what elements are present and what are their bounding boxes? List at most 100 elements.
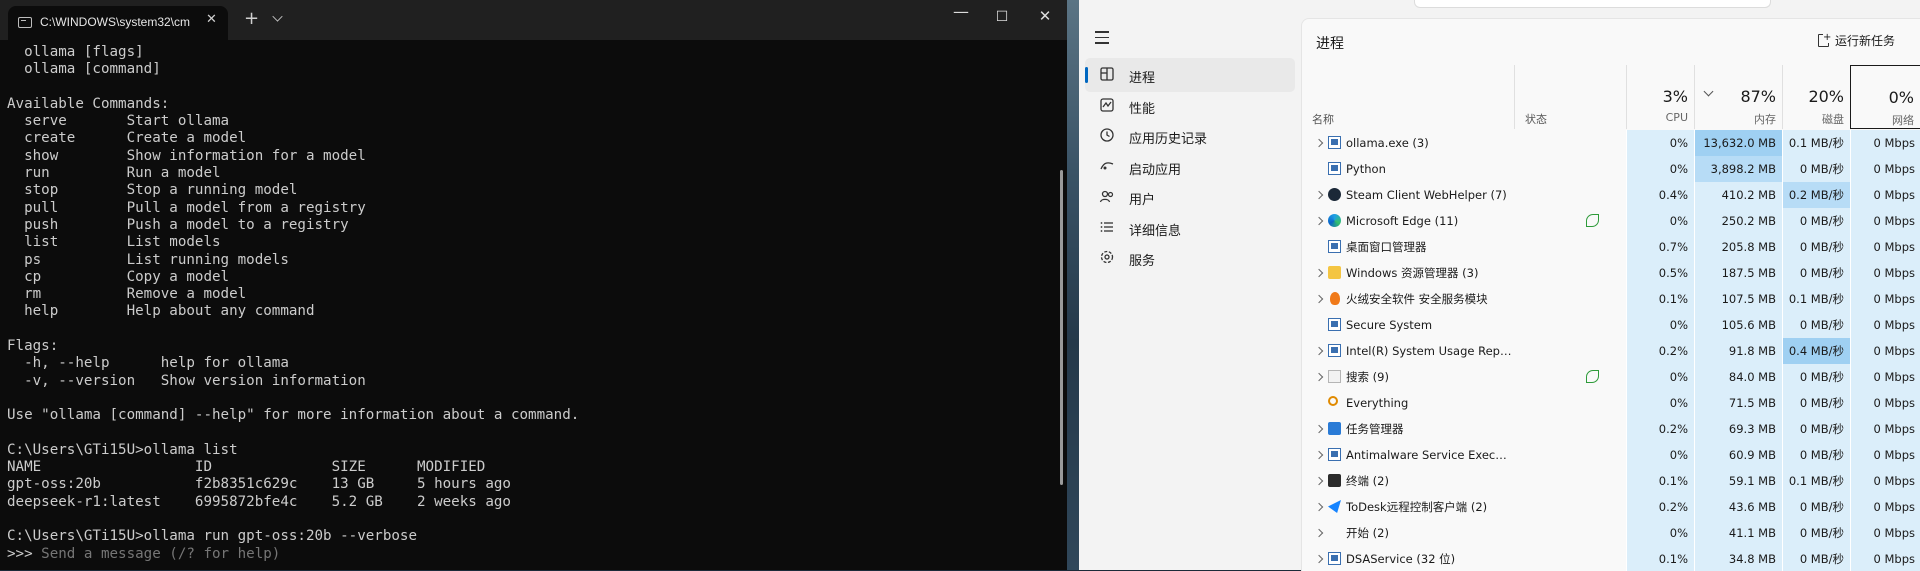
process-name: Python: [1346, 162, 1386, 176]
column-header-name[interactable]: 名称: [1302, 65, 1514, 129]
process-status-cell: [1514, 182, 1626, 208]
process-row[interactable]: 任务管理器 0.2% 69.3 MB 0 MB/秒 0 Mbps: [1302, 416, 1920, 442]
terminal-input-placeholder[interactable]: Send a message (/? for help): [41, 546, 280, 562]
processes-icon: [1100, 67, 1114, 81]
terminal-prompt: >>>: [7, 545, 42, 562]
process-disk: 0 MB/秒: [1782, 208, 1850, 234]
sidebar-item-performance[interactable]: 性能: [1085, 89, 1295, 123]
chevron-right-icon[interactable]: [1314, 528, 1324, 538]
process-memory: 43.6 MB: [1694, 494, 1782, 520]
process-name: ToDesk远程控制客户端 (2): [1346, 500, 1488, 514]
chevron-right-icon[interactable]: [1314, 424, 1324, 434]
chevron-right-icon[interactable]: [1314, 216, 1324, 226]
process-name-cell: ollama.exe (3): [1302, 130, 1514, 156]
process-cpu: 0.7%: [1626, 234, 1694, 260]
process-row[interactable]: Steam Client WebHelper (7) 0.4% 410.2 MB 0.…: [1302, 182, 1920, 208]
process-row[interactable]: Windows 资源管理器 (3) 0.5% 187.5 MB 0 MB/秒 0 Mbp…: [1302, 260, 1920, 286]
column-name-label: 名称: [1312, 113, 1334, 126]
process-row[interactable]: 终端 (2) 0.1% 59.1 MB 0.1 MB/秒 0 Mbps: [1302, 468, 1920, 494]
process-memory: 91.8 MB: [1694, 338, 1782, 364]
process-row[interactable]: Secure System 0% 105.6 MB 0 MB/秒 0 Mbps: [1302, 312, 1920, 338]
process-disk: 0.4 MB/秒: [1782, 338, 1850, 364]
process-name: 桌面窗口管理器: [1346, 240, 1427, 254]
column-header-memory[interactable]: 87% 内存: [1694, 65, 1782, 129]
new-tab-button[interactable]: +: [244, 8, 259, 29]
chevron-down-icon[interactable]: [272, 11, 283, 22]
process-network: 0 Mbps: [1850, 312, 1920, 338]
process-disk: 0 MB/秒: [1782, 520, 1850, 546]
run-new-task-button[interactable]: 运行新任务: [1818, 32, 1895, 49]
process-name-cell: Python: [1302, 156, 1514, 182]
close-tab-icon[interactable]: ✕: [206, 12, 217, 27]
process-network: 0 Mbps: [1850, 130, 1920, 156]
process-name-cell: 桌面窗口管理器: [1302, 234, 1514, 260]
terminal-output-text: ollama [flags] ollama [command] Availabl…: [7, 44, 580, 545]
chevron-right-icon[interactable]: [1314, 450, 1324, 460]
process-row[interactable]: Antimalware Service Executable0%60.9 MB0…: [1302, 442, 1920, 468]
process-name-cell: Microsoft Edge (11): [1302, 208, 1514, 234]
process-memory: 107.5 MB: [1694, 286, 1782, 312]
sidebar-item-startup[interactable]: 启动应用: [1085, 150, 1295, 184]
process-name-cell: ToDesk远程控制客户端 (2): [1302, 494, 1514, 520]
chevron-right-icon[interactable]: [1314, 138, 1324, 148]
process-row[interactable]: Intel(R) System Usage Report 0.2% 91.8 MB 0…: [1302, 338, 1920, 364]
terminal-window: C:\WINDOWS\system32\cmd.exe ✕ + — ☐ ✕ ol…: [0, 0, 1067, 570]
process-row[interactable]: Everything 0% 71.5 MB 0 MB/秒 0 Mbps: [1302, 390, 1920, 416]
close-window-button[interactable]: ✕: [1030, 7, 1060, 25]
process-row[interactable]: 开始 (2) 0% 41.1 MB 0 MB/秒 0 Mbps: [1302, 520, 1920, 546]
search-app-icon: [1328, 370, 1341, 383]
sidebar-item-details[interactable]: 详细信息: [1085, 211, 1295, 245]
chevron-right-icon[interactable]: [1314, 294, 1324, 304]
process-name: Everything: [1346, 396, 1409, 410]
process-row[interactable]: 火绒安全软件 安全服务模块 0.1% 107.5 MB 0.1 MB/秒 0 Mbps: [1302, 286, 1920, 312]
startup-icon: [1100, 161, 1114, 169]
chevron-right-icon[interactable]: [1314, 268, 1324, 278]
sidebar-item-services[interactable]: 服务: [1085, 241, 1295, 275]
process-row[interactable]: Python 0% 3,898.2 MB 0 MB/秒 0 Mbps: [1302, 156, 1920, 182]
process-name: 开始 (2): [1346, 526, 1389, 540]
title-search-box[interactable]: [1414, 0, 1771, 8]
process-name: Microsoft Edge (11): [1346, 214, 1459, 228]
column-header-network[interactable]: 0% 网络: [1850, 65, 1920, 129]
process-row[interactable]: Microsoft Edge (11) 0% 250.2 MB 0 MB/秒 0 Mbp…: [1302, 208, 1920, 234]
hamburger-menu-icon[interactable]: [1095, 31, 1109, 48]
column-header-disk[interactable]: 20% 磁盘: [1782, 65, 1850, 129]
maximize-button[interactable]: ☐: [987, 9, 1017, 25]
process-status-cell: [1514, 130, 1626, 156]
sidebar-item-users[interactable]: 用户: [1085, 180, 1295, 214]
chevron-right-icon[interactable]: [1314, 476, 1324, 486]
sidebar-item-label: 性能: [1129, 101, 1156, 117]
sidebar-item-processes[interactable]: 进程: [1085, 58, 1295, 92]
terminal-scrollbar[interactable]: [1060, 170, 1063, 485]
process-disk: 0 MB/秒: [1782, 260, 1850, 286]
process-row[interactable]: ollama.exe (3) 0% 13,632.0 MB 0.1 MB/秒 0 Mbp…: [1302, 130, 1920, 156]
process-row[interactable]: 搜索 (9) 0% 84.0 MB 0 MB/秒 0 Mbps: [1302, 364, 1920, 390]
chevron-right-icon[interactable]: [1314, 502, 1324, 512]
chevron-right-icon[interactable]: [1314, 372, 1324, 382]
terminal-tab-bar: C:\WINDOWS\system32\cmd.exe ✕ + — ☐ ✕: [0, 0, 1067, 40]
terminal-tab-title: C:\WINDOWS\system32\cmd.exe: [40, 15, 190, 29]
app-history-icon: [1100, 128, 1114, 142]
column-header-cpu[interactable]: 3% CPU: [1626, 65, 1694, 129]
details-icon: [1100, 221, 1113, 232]
process-row[interactable]: DSAService (32 位) 0.1% 34.8 MB 0 MB/秒 0 Mbps: [1302, 546, 1920, 571]
terminal-output[interactable]: ollama [flags] ollama [command] Availabl…: [7, 44, 1052, 566]
minimize-button[interactable]: —: [946, 2, 976, 21]
chevron-right-icon[interactable]: [1314, 190, 1324, 200]
process-network: 0 Mbps: [1850, 364, 1920, 390]
chevron-right-icon[interactable]: [1314, 554, 1324, 564]
process-name: Windows 资源管理器 (3): [1346, 266, 1479, 280]
process-row[interactable]: 桌面窗口管理器 0.7% 205.8 MB 0 MB/秒 0 Mbps: [1302, 234, 1920, 260]
process-cpu: 0.2%: [1626, 338, 1694, 364]
process-network: 0 Mbps: [1850, 156, 1920, 182]
column-header-status[interactable]: 状态: [1514, 65, 1626, 129]
process-name: Secure System: [1346, 318, 1433, 332]
terminal-tab[interactable]: C:\WINDOWS\system32\cmd.exe ✕: [8, 6, 228, 40]
chevron-right-icon[interactable]: [1314, 346, 1324, 356]
process-row[interactable]: ToDesk远程控制客户端 (2) 0.2% 43.6 MB 0 MB/秒 0 Mbps: [1302, 494, 1920, 520]
process-memory: 187.5 MB: [1694, 260, 1782, 286]
process-status-cell: [1514, 364, 1626, 390]
process-disk: 0 MB/秒: [1782, 364, 1850, 390]
cpu-total: 3%: [1662, 87, 1688, 106]
sidebar-item-app-history[interactable]: 应用历史记录: [1085, 119, 1295, 153]
